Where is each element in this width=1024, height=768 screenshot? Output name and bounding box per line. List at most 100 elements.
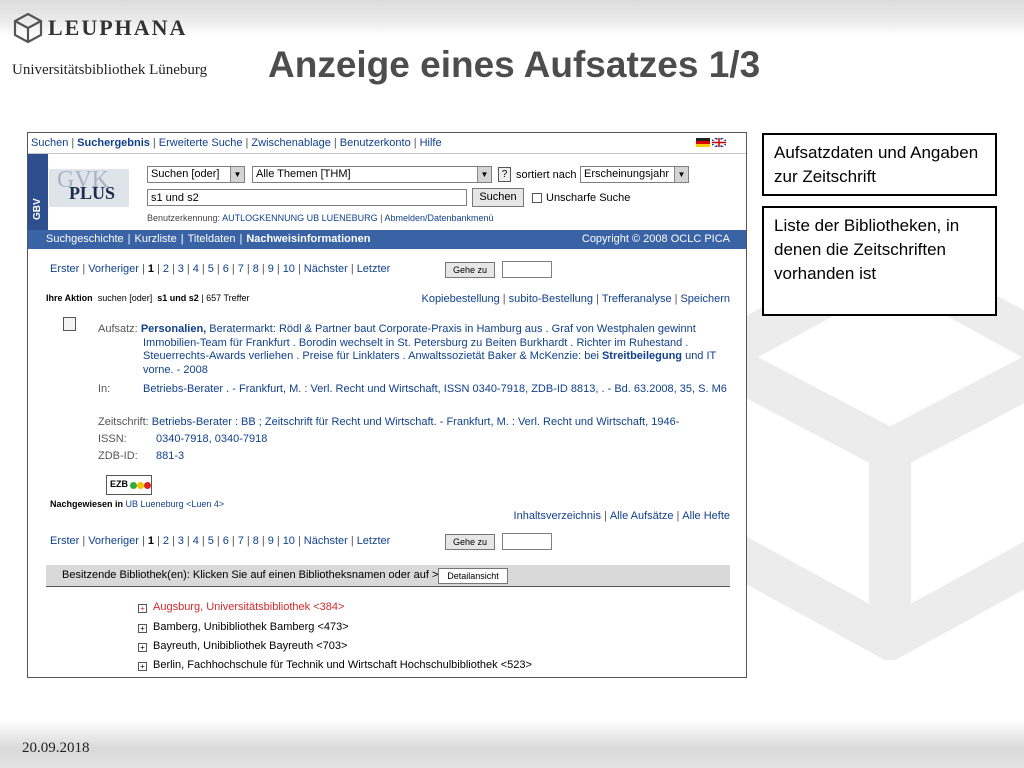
proof-luen-link[interactable]: <Luen 4> xyxy=(186,499,224,509)
article-line-3b[interactable]: und IT xyxy=(682,350,716,362)
library-item[interactable]: + Bamberg, Unibibliothek Bamberg <473> xyxy=(138,621,349,633)
sort-select[interactable]: Erscheinungsjahr ▼ xyxy=(580,166,689,183)
pager-prev[interactable]: Vorheriger xyxy=(88,263,139,275)
expand-plus-icon[interactable]: + xyxy=(138,643,147,652)
pager-page[interactable]: 7 xyxy=(238,535,244,547)
tab-kurzliste[interactable]: Kurzliste xyxy=(135,233,177,245)
theme-select[interactable]: Alle Themen [THM] ▼ xyxy=(252,166,492,183)
libraries-header-bar: Besitzende Bibliothek(en): Klicken Sie a… xyxy=(46,565,730,587)
article-line-2[interactable]: Immobilien-Team für Frankfurt . Borodin … xyxy=(143,337,738,351)
in-value[interactable]: Betriebs-Berater . - Frankfurt, M. : Ver… xyxy=(143,383,727,397)
journal-label: Zeitschrift: xyxy=(98,416,149,428)
tab-titeldaten[interactable]: Titeldaten xyxy=(188,233,236,245)
pager-prev[interactable]: Vorheriger xyxy=(88,535,139,547)
chevron-down-icon: ▼ xyxy=(477,167,491,182)
article-line-1[interactable]: Beratermarkt: Rödl & Partner baut Corpor… xyxy=(206,323,695,335)
nav-erweiterte-suche[interactable]: Erweiterte Suche xyxy=(159,137,243,149)
table-of-contents-link[interactable]: Inhaltsverzeichnis xyxy=(514,510,601,522)
expand-plus-icon[interactable]: + xyxy=(138,624,147,633)
gvk-plus-logo: GVK PLUS xyxy=(49,167,129,207)
toc-links: Inhaltsverzeichnis | Alle Aufsätze | Alle He… xyxy=(513,510,730,522)
nav-hilfe[interactable]: Hilfe xyxy=(420,137,442,149)
nav-suchen[interactable]: Suchen xyxy=(31,137,68,149)
pager-page[interactable]: 5 xyxy=(208,535,214,547)
nav-suchergebnis[interactable]: Suchergebnis xyxy=(77,137,150,149)
pager-last[interactable]: Letzter xyxy=(357,535,391,547)
yellow-light-icon xyxy=(137,482,144,489)
german-flag-icon[interactable] xyxy=(696,138,710,147)
goto-button[interactable]: Gehe zu xyxy=(445,262,495,278)
pager-first[interactable]: Erster xyxy=(50,263,79,275)
callout-library-list: Liste der Bibliotheken, in denen die Zei… xyxy=(762,206,997,316)
tab-nachweisinformationen[interactable]: Nachweisinformationen xyxy=(246,233,370,245)
article-line-4: vorne. - 2008 xyxy=(143,363,208,376)
all-articles-link[interactable]: Alle Aufsätze xyxy=(610,510,674,522)
goto-button[interactable]: Gehe zu xyxy=(445,534,495,550)
fuzzy-search-checkbox[interactable] xyxy=(532,193,542,203)
fuzzy-search-label: Unscharfe Suche xyxy=(546,192,631,204)
proof-library-link[interactable]: UB Lueneburg xyxy=(126,499,184,509)
pager-page[interactable]: 4 xyxy=(193,535,199,547)
pager-next[interactable]: Nächster xyxy=(304,535,348,547)
expand-plus-icon[interactable]: + xyxy=(138,662,147,671)
chevron-down-icon: ▼ xyxy=(230,167,244,182)
search-button[interactable]: Suchen xyxy=(472,188,524,207)
goto-input[interactable] xyxy=(502,533,552,550)
logout-link[interactable]: Abmelden/Datenbankmenü xyxy=(384,213,493,223)
pager-page[interactable]: 5 xyxy=(208,263,214,275)
pager-top: Erster | Vorheriger | 1 | 2 | 3 | 4 | 5 | 6 | 7 | 8 | 9 | 10 | N… xyxy=(50,263,391,275)
library-item[interactable]: + Augsburg, Universitätsbibliothek <384> xyxy=(138,601,344,613)
pager-page[interactable]: 7 xyxy=(238,263,244,275)
pager-page[interactable]: 3 xyxy=(178,535,184,547)
pager-page[interactable]: 3 xyxy=(178,263,184,275)
article-title-bold[interactable]: Personalien, xyxy=(141,323,206,335)
journal-value[interactable]: Betriebs-Berater : BB ; Zeitschrift für … xyxy=(152,416,680,428)
goto-input[interactable] xyxy=(502,261,552,278)
slide-bottom-band xyxy=(0,720,1024,768)
pager-page[interactable]: 8 xyxy=(253,535,259,547)
gbv-label: GBV xyxy=(32,198,43,220)
library-item[interactable]: + Bayreuth, Unibibliothek Bayreuth <703> xyxy=(138,640,347,652)
pager-page[interactable]: 10 xyxy=(283,263,295,275)
uk-flag-icon[interactable] xyxy=(712,138,726,147)
pager-last[interactable]: Letzter xyxy=(357,263,391,275)
chevron-down-icon: ▼ xyxy=(674,167,688,182)
ezb-traffic-light[interactable]: EZB xyxy=(106,475,152,495)
search-mode-select[interactable]: Suchen [oder] ▼ xyxy=(147,166,245,183)
user-account-link[interactable]: AUTLOGKENNUNG UB LUENEBURG xyxy=(222,213,378,223)
sort-label: sortiert nach xyxy=(516,169,577,181)
article-line-3a[interactable]: Steuerrechts-Awards verliehen . Preise f… xyxy=(143,350,602,362)
help-icon[interactable]: ? xyxy=(498,167,511,182)
save-link[interactable]: Speichern xyxy=(680,293,730,305)
subito-order-link[interactable]: subito-Bestellung xyxy=(509,293,593,305)
hit-analysis-link[interactable]: Trefferanalyse xyxy=(602,293,672,305)
journal-row: Zeitschrift: Betriebs-Berater : BB ; Zei… xyxy=(98,416,679,430)
issn-value[interactable]: 0340-7918, 0340-7918 xyxy=(156,433,267,447)
action-label: Ihre Aktion xyxy=(46,293,93,303)
zdb-value[interactable]: 881-3 xyxy=(156,450,184,464)
expand-plus-icon[interactable]: + xyxy=(138,604,147,613)
cube-logo-icon xyxy=(13,12,43,44)
search-input[interactable] xyxy=(147,189,467,206)
logo-subtitle: Universitätsbibliothek Lüneburg xyxy=(12,62,208,78)
pager-page[interactable]: 10 xyxy=(283,535,295,547)
library-item[interactable]: + Berlin, Fachhochschule für Technik und … xyxy=(138,659,532,671)
pager-page[interactable]: 9 xyxy=(268,535,274,547)
pager-page[interactable]: 6 xyxy=(223,263,229,275)
user-label: Benutzerkennung: xyxy=(147,213,221,223)
article-line-3-bold[interactable]: Streitbeilegung xyxy=(602,350,682,362)
copy-order-link[interactable]: Kopiebestellung xyxy=(421,293,499,305)
proof-line: Nachgewiesen in UB Lueneburg <Luen 4> xyxy=(50,499,224,509)
detail-view-button[interactable]: Detailansicht xyxy=(438,568,508,584)
gbv-sidebar: GBV xyxy=(28,154,48,230)
all-issues-link[interactable]: Alle Hefte xyxy=(682,510,730,522)
pager-page[interactable]: 4 xyxy=(193,263,199,275)
pager-first[interactable]: Erster xyxy=(50,535,79,547)
pager-next[interactable]: Nächster xyxy=(304,263,348,275)
pager-page[interactable]: 9 xyxy=(268,263,274,275)
pager-page[interactable]: 8 xyxy=(253,263,259,275)
tab-suchgeschichte[interactable]: Suchgeschichte xyxy=(46,233,124,245)
nav-benutzerkonto[interactable]: Benutzerkonto xyxy=(340,137,411,149)
nav-zwischenablage[interactable]: Zwischenablage xyxy=(251,137,331,149)
pager-page[interactable]: 6 xyxy=(223,535,229,547)
